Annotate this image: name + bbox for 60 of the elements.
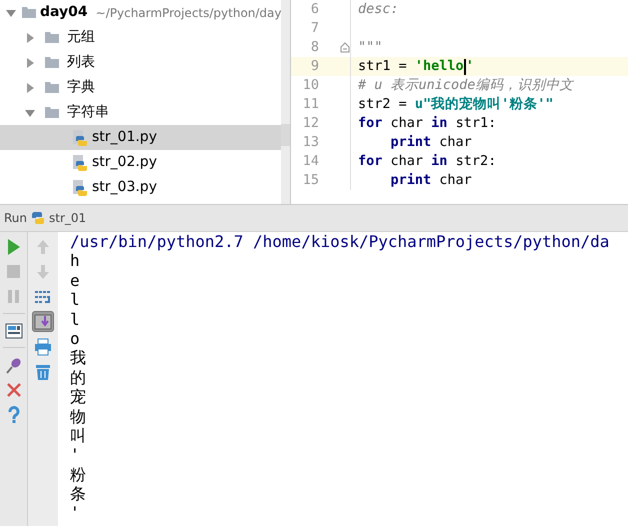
output-line: '	[70, 445, 81, 465]
line-number: 11	[302, 95, 320, 114]
file-name[interactable]: str_01.py	[92, 127, 157, 148]
output-line: 条	[70, 484, 87, 504]
line-number: 7	[310, 19, 320, 38]
code-line: str1 = 'hello'	[357, 57, 474, 77]
scroll-end-icon	[33, 312, 53, 332]
code-line: for char in str1:	[357, 114, 496, 134]
code-line: str2 = u"我的宠物叫'粉条'"	[357, 95, 554, 114]
scroll-end-button[interactable]	[32, 311, 54, 332]
folder-name[interactable]: 元组	[67, 27, 95, 48]
folder-icon	[45, 31, 59, 44]
output-line: h	[70, 251, 81, 271]
run-label: Run	[4, 210, 28, 227]
line-number: 14	[302, 152, 320, 172]
output-line: e	[70, 270, 81, 290]
print-button[interactable]	[32, 336, 54, 357]
folder-icon	[45, 81, 59, 94]
run-config-tab[interactable]: str_01	[49, 209, 86, 227]
code-line: """	[357, 38, 382, 58]
code-line: # u 表示unicode编码，识别中文	[357, 76, 574, 96]
file-name[interactable]: str_02.py	[92, 152, 157, 173]
code-line: desc:	[357, 0, 399, 20]
line-number: 12	[302, 114, 320, 134]
python-file-icon	[72, 154, 88, 170]
line-number: 13	[302, 133, 320, 152]
line-number: 6	[310, 0, 320, 20]
code-line: print char	[390, 133, 472, 152]
file-name[interactable]: str_03.py	[92, 177, 157, 198]
project-path: ~/PycharmProjects/python/day	[96, 4, 281, 22]
output-line: 叫	[70, 426, 87, 446]
line-number: 10	[302, 76, 320, 96]
python-file-icon	[72, 180, 88, 196]
line-number: 9	[310, 57, 320, 76]
output-line: l	[70, 290, 81, 310]
print-icon	[33, 336, 53, 356]
output-line: 物	[70, 406, 87, 426]
python-icon	[31, 211, 46, 225]
folder-icon	[22, 6, 36, 19]
layout-icon	[4, 320, 24, 340]
python-file-icon	[72, 130, 88, 146]
output-line: 宠	[70, 387, 87, 407]
folder-name[interactable]: 列表	[67, 52, 95, 73]
output-line: 粉	[70, 464, 87, 484]
line-number: 15	[302, 171, 320, 190]
line-number: 8	[310, 38, 320, 58]
folder-name[interactable]: 字符串	[67, 102, 109, 123]
folder-name[interactable]: 字典	[67, 77, 95, 98]
output-line: l	[70, 310, 81, 329]
output-line: o	[70, 328, 81, 348]
output-line: 我	[70, 348, 87, 368]
code-line: print char	[390, 171, 472, 190]
output-line: 的	[70, 368, 87, 388]
scrollbar[interactable]	[281, 0, 290, 204]
folder-icon	[45, 106, 59, 119]
folder-icon	[45, 56, 59, 69]
project-name[interactable]: day04	[40, 2, 88, 23]
code-line: for char in str2:	[357, 152, 496, 172]
command-line: /usr/bin/python2.7 /home/kiosk/PycharmProjects/python/da	[70, 232, 610, 252]
output-line: '	[70, 503, 81, 523]
